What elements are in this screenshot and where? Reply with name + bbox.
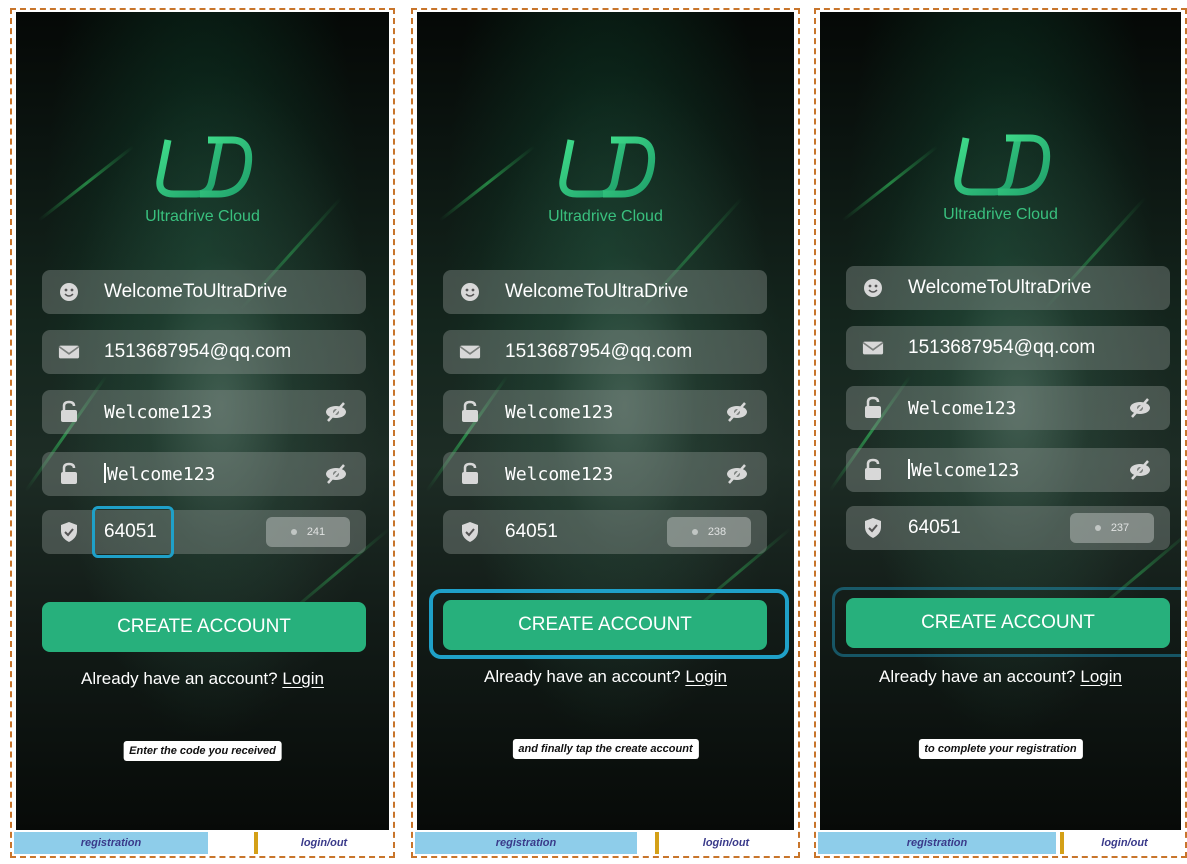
tab-registration[interactable]: registration <box>415 832 637 854</box>
lock-icon <box>459 400 481 423</box>
brand-name: Ultradrive Cloud <box>943 206 1058 223</box>
eye-slash-icon[interactable] <box>1128 459 1152 481</box>
brand-name: Ultradrive Cloud <box>548 208 663 225</box>
countdown-value: 241 <box>306 526 326 538</box>
lock-icon <box>58 400 80 423</box>
countdown-button[interactable]: 238 <box>667 517 751 547</box>
already-have-account-text: Already have an account? Login <box>81 669 324 688</box>
create-account-button[interactable]: CREATE ACCOUNT <box>42 602 366 652</box>
confirm-password-field[interactable]: Welcome123 <box>42 452 366 496</box>
tutorial-caption: and finally tap the create account <box>512 739 699 759</box>
mail-icon <box>862 337 884 359</box>
login-link[interactable]: Login <box>282 669 324 688</box>
tutorial-caption: Enter the code you received <box>123 741 282 761</box>
confirm-password-rest: elcome123 <box>921 460 1020 481</box>
password-value: Welcome123 <box>505 401 614 423</box>
email-field[interactable]: 1513687954@qq.com <box>42 330 366 374</box>
email-value: 1513687954@qq.com <box>505 341 693 362</box>
password-field[interactable]: Welcome123 <box>42 390 366 434</box>
shield-check-icon <box>58 521 80 543</box>
countdown-value: 238 <box>707 526 727 538</box>
create-account-button[interactable]: CREATE ACCOUNT <box>443 600 767 650</box>
username-field[interactable]: WelcomeToUltraDrive <box>42 270 366 314</box>
email-field[interactable]: 1513687954@qq.com <box>443 330 767 374</box>
text-caret <box>104 463 106 483</box>
confirm-password-value: Welcome123 <box>104 463 215 485</box>
countdown-button[interactable]: 237 <box>1070 513 1154 543</box>
username-value: WelcomeToUltraDrive <box>104 281 288 302</box>
already-have-account-text: Already have an account? Login <box>484 667 727 686</box>
phone-panel-3: Ultradrive Cloud WelcomeToUltraDrive 151… <box>814 8 1187 858</box>
lock-icon <box>459 462 481 485</box>
email-field[interactable]: 1513687954@qq.com <box>846 326 1170 370</box>
shield-check-icon <box>459 521 481 543</box>
confirm-password-prefix: W <box>107 464 118 485</box>
bottom-tab-bar: registration login/out <box>415 830 796 856</box>
ultradrive-logo-icon <box>155 136 252 198</box>
verification-code-field[interactable]: 64051 241 <box>42 510 366 554</box>
app-screen: Ultradrive Cloud WelcomeToUltraDrive 151… <box>16 12 389 832</box>
verification-code-value: 64051 <box>908 517 961 538</box>
confirm-password-value: Welcome123 <box>505 463 614 485</box>
verification-code-value: 64051 <box>505 521 558 542</box>
username-value: WelcomeToUltraDrive <box>908 277 1092 298</box>
tab-registration[interactable]: registration <box>14 832 208 854</box>
phone-panel-1: Ultradrive Cloud WelcomeToUltraDrive 151… <box>10 8 395 858</box>
countdown-button[interactable]: 241 <box>266 517 350 547</box>
password-value: Welcome123 <box>104 401 213 423</box>
ultradrive-logo-icon <box>953 134 1050 196</box>
brand-name: Ultradrive Cloud <box>145 208 260 225</box>
eye-slash-icon[interactable] <box>324 463 348 485</box>
lock-icon <box>58 462 80 485</box>
user-face-icon <box>459 281 481 303</box>
eye-slash-icon[interactable] <box>725 401 749 423</box>
app-screen: Ultradrive Cloud WelcomeToUltraDrive 151… <box>820 12 1181 832</box>
text-caret <box>908 459 910 479</box>
confirm-password-rest: elcome123 <box>117 464 216 485</box>
shield-check-icon <box>862 517 884 539</box>
eye-slash-icon[interactable] <box>725 463 749 485</box>
username-field[interactable]: WelcomeToUltraDrive <box>443 270 767 314</box>
login-link[interactable]: Login <box>685 667 727 686</box>
ultradrive-logo-icon <box>558 136 655 198</box>
confirm-password-field[interactable]: Welcome123 <box>846 448 1170 492</box>
tutorial-caption: to complete your registration <box>918 739 1083 759</box>
countdown-value: 237 <box>1110 522 1130 534</box>
lock-icon <box>862 396 884 419</box>
password-field[interactable]: Welcome123 <box>443 390 767 434</box>
lock-icon <box>862 458 884 481</box>
confirm-password-field[interactable]: Welcome123 <box>443 452 767 496</box>
confirm-password-prefix: W <box>911 460 922 481</box>
already-have-account-text: Already have an account? Login <box>879 667 1122 686</box>
tab-login-out[interactable]: login/out <box>254 832 390 854</box>
user-face-icon <box>862 277 884 299</box>
username-field[interactable]: WelcomeToUltraDrive <box>846 266 1170 310</box>
eye-slash-icon[interactable] <box>324 401 348 423</box>
password-field[interactable]: Welcome123 <box>846 386 1170 430</box>
user-face-icon <box>58 281 80 303</box>
tab-login-out[interactable]: login/out <box>1060 832 1185 854</box>
email-value: 1513687954@qq.com <box>908 337 1096 358</box>
login-link[interactable]: Login <box>1080 667 1122 686</box>
app-screen: Ultradrive Cloud WelcomeToUltraDrive 151… <box>417 12 794 832</box>
tab-registration[interactable]: registration <box>818 832 1056 854</box>
username-value: WelcomeToUltraDrive <box>505 281 689 302</box>
confirm-password-value: Welcome123 <box>908 459 1019 481</box>
email-value: 1513687954@qq.com <box>104 341 292 362</box>
code-focus-highlight <box>92 506 174 558</box>
mail-icon <box>459 341 481 363</box>
eye-slash-icon[interactable] <box>1128 397 1152 419</box>
bottom-tab-bar: registration login/out <box>14 830 391 856</box>
password-value: Welcome123 <box>908 397 1017 419</box>
verification-code-field[interactable]: 64051 238 <box>443 510 767 554</box>
create-account-button[interactable]: CREATE ACCOUNT <box>846 598 1170 648</box>
bottom-tab-bar: registration login/out <box>818 830 1185 856</box>
phone-panel-2: Ultradrive Cloud WelcomeToUltraDrive 151… <box>411 8 800 858</box>
mail-icon <box>58 341 80 363</box>
tab-login-out[interactable]: login/out <box>655 832 793 854</box>
verification-code-field[interactable]: 64051 237 <box>846 506 1170 550</box>
